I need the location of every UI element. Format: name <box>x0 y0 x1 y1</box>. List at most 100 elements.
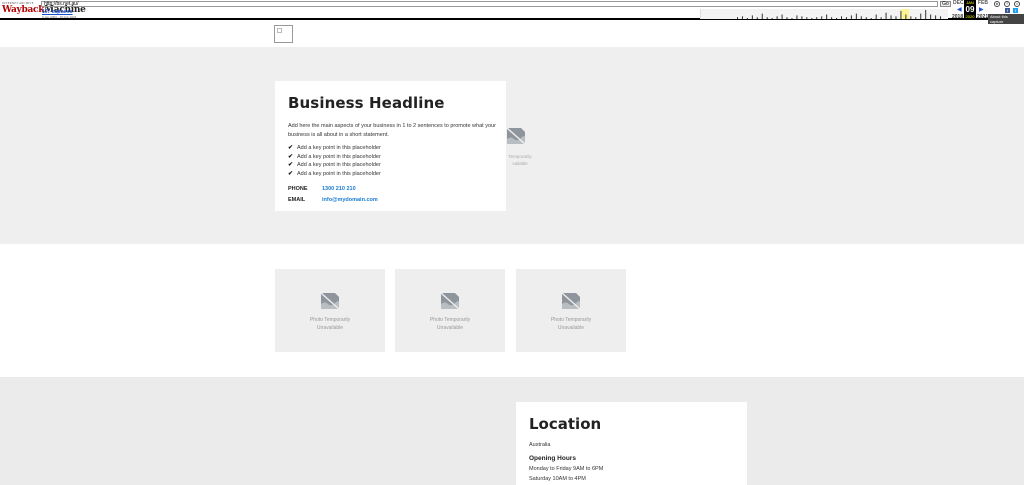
gallery-photo: Photo Temporarily Unavailable <box>395 269 505 352</box>
photo-text-2: Unavailable <box>316 325 344 331</box>
capture-bar <box>816 17 818 19</box>
capture-bar <box>811 18 813 19</box>
help-icon[interactable]: ? <box>1004 1 1010 7</box>
capture-bar <box>737 17 738 19</box>
user-icon[interactable]: ● <box>994 1 1000 7</box>
hours-line: Monday to Friday 9AM to 6PM <box>529 466 604 472</box>
capture-bar <box>841 16 842 19</box>
capture-bar <box>796 15 798 19</box>
gallery-photo: Photo Temporarily Unavailable <box>516 269 626 352</box>
capture-bar <box>860 16 862 19</box>
location-section <box>0 377 1024 485</box>
next-arrow-icon[interactable]: ▶ <box>979 6 984 13</box>
location-country: Australia <box>529 442 551 448</box>
check-icon: ✔ <box>288 162 294 169</box>
capture-bar <box>776 16 778 19</box>
hero-lead-text: Add here the main aspects of your busine… <box>288 123 496 138</box>
capture-bar <box>925 10 927 19</box>
photo-text-1: Photo Temporarily <box>429 317 471 323</box>
phone-link[interactable]: 1300 210 210 <box>322 186 356 192</box>
opening-hours-title: Opening Hours <box>529 455 576 462</box>
current-year: 2020 <box>965 14 975 19</box>
capture-bar <box>806 17 808 19</box>
key-point: ✔ Add a key point in this placeholder <box>288 153 381 160</box>
twitter-icon[interactable]: t <box>1013 8 1018 13</box>
capture-bar <box>781 14 783 19</box>
capture-bar <box>801 16 803 19</box>
go-button[interactable]: Go <box>940 1 951 7</box>
current-day: 09 <box>964 5 976 14</box>
phone-label: PHONE <box>288 186 308 193</box>
key-point: ✔ Add a key point in this placeholder <box>288 145 381 151</box>
capture-bar <box>741 16 743 19</box>
capture-bar <box>751 15 753 19</box>
current-date: JAN 09 2020 <box>964 0 976 20</box>
capture-bar <box>761 13 763 19</box>
current-year-highlight <box>901 9 909 19</box>
site-logo[interactable] <box>274 25 293 43</box>
prev-arrow-icon[interactable]: ◀ <box>957 6 962 13</box>
photo-unavailable-icon <box>506 127 526 145</box>
key-point: ✔ Add a key point in this placeholder <box>288 162 381 169</box>
sparkline-chart <box>737 9 942 19</box>
capture-bar <box>880 17 882 19</box>
photo-text-2: Unavailable <box>557 325 585 331</box>
capture-date-range: 9 Jan 2003 - 18 Feb 2024 <box>42 15 77 19</box>
capture-bar <box>885 12 887 19</box>
capture-bar <box>786 17 788 19</box>
capture-bar <box>826 14 828 19</box>
capture-bar <box>935 15 937 19</box>
contact-details: PHONE 1300 210 210 EMAIL info@mydomain.com <box>288 184 493 205</box>
key-points-list: ✔ Add a key point in this placeholder ✔ Ad… <box>288 144 493 178</box>
photo-unavailable-icon <box>440 292 460 310</box>
capture-bar <box>895 16 897 19</box>
capture-bar <box>915 17 917 19</box>
capture-bar <box>850 15 852 19</box>
calendar-navigator: DEC JAN 09 2020 FEB ◀ ▶ 2018 2021 <box>951 0 989 20</box>
facebook-icon[interactable]: f <box>1005 8 1010 13</box>
capture-bar <box>766 17 768 19</box>
capture-bar <box>905 14 907 19</box>
capture-bar <box>875 14 877 19</box>
logo-main: Wayback <box>2 5 45 15</box>
check-icon: ✔ <box>288 170 294 177</box>
url-input[interactable]: http://bs.net.au/ <box>41 1 938 7</box>
photo-text-1: Photo Temporarily <box>309 317 351 323</box>
check-icon: ✔ <box>288 145 294 151</box>
capture-bar <box>910 16 912 19</box>
capture-bar <box>940 16 942 19</box>
capture-bar <box>870 18 872 19</box>
capture-bar <box>831 17 833 19</box>
close-icon[interactable]: × <box>1014 1 1020 7</box>
hero-photo-text: Temporarily vailable <box>508 154 532 166</box>
wayback-logo[interactable]: INTERNET ARCHIVE WaybackMachine <box>2 1 86 18</box>
location-card: Location Australia Opening Hours Monday … <box>516 402 747 485</box>
photo-text-1: Photo Temporarily <box>550 317 592 323</box>
capture-bar <box>900 10 902 19</box>
capture-bar <box>821 16 823 19</box>
key-point: ✔ Add a key point in this placeholder <box>288 170 381 177</box>
photo-unavailable-icon <box>561 292 581 310</box>
capture-bar <box>855 13 857 19</box>
capture-bar <box>771 18 773 19</box>
broken-image-icon <box>277 28 282 33</box>
capture-bar <box>845 17 847 19</box>
capture-bar <box>756 17 758 19</box>
page-headline: Business Headline <box>288 94 445 112</box>
email-link[interactable]: info@mydomain.com <box>322 197 378 203</box>
location-title: Location <box>529 415 602 433</box>
prev-year[interactable]: 2018 <box>952 14 963 20</box>
about-capture-link[interactable]: About this capture <box>988 14 1024 24</box>
capture-bar <box>865 17 867 19</box>
next-year[interactable]: 2021 <box>977 14 988 20</box>
capture-bar <box>930 14 932 19</box>
capture-bar <box>890 15 892 19</box>
wayback-toolbar: INTERNET ARCHIVE WaybackMachine http://b… <box>0 0 1024 24</box>
photo-unavailable-icon <box>320 292 340 310</box>
check-icon: ✔ <box>288 153 294 160</box>
capture-bar <box>836 18 838 19</box>
gallery-photo: Photo Temporarily Unavailable <box>275 269 385 352</box>
hours-line: Saturday 10AM to 4PM <box>529 476 586 482</box>
capture-sparkline[interactable] <box>700 9 948 19</box>
capture-bar <box>791 18 793 19</box>
